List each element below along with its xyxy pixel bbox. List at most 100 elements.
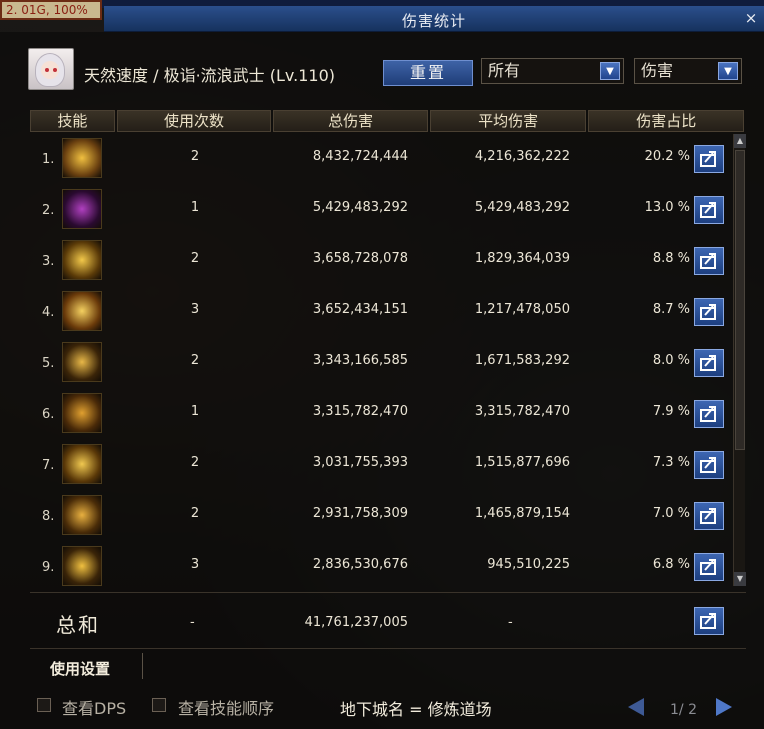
dps-checkbox-label[interactable]: 查看DPS <box>62 695 126 719</box>
chevron-down-icon[interactable]: ▼ <box>718 62 738 80</box>
row-average: 3,315,782,470 <box>474 404 570 419</box>
type-select[interactable]: 伤害 ▼ <box>634 58 742 84</box>
sum-total: 41,761,237,005 <box>304 615 408 630</box>
row-share: 20.2 % <box>644 149 690 164</box>
share-icon <box>700 559 716 575</box>
table-scrollbar[interactable]: ▲ ▼ <box>733 134 746 586</box>
row-share: 7.9 % <box>652 404 690 419</box>
table-row: 9. 3 2,836,530,676 945,510,225 6.8 % <box>30 542 730 586</box>
skill-order-checkbox[interactable] <box>152 698 166 712</box>
reset-button[interactable]: 重置 <box>383 60 473 86</box>
row-share: 8.7 % <box>652 302 690 317</box>
row-share: 6.8 % <box>652 557 690 572</box>
skill-table: 1. 2 8,432,724,444 4,216,362,222 20.2 % … <box>30 134 730 586</box>
row-average: 5,429,483,292 <box>474 200 570 215</box>
table-row: 4. 3 3,652,434,151 1,217,478,050 8.7 % <box>30 287 730 338</box>
row-average: 4,216,362,222 <box>474 149 570 164</box>
share-icon <box>700 457 716 473</box>
sum-label: 总和 <box>56 613 100 637</box>
window-titlebar[interactable]: 伤害统计 × <box>104 6 764 32</box>
table-header: 技能 使用次数 总伤害 平均伤害 伤害占比 <box>30 110 746 132</box>
row-index: 9. <box>42 560 55 575</box>
row-uses: 2 <box>190 353 200 368</box>
share-button[interactable] <box>694 145 724 173</box>
header-total[interactable]: 总伤害 <box>273 110 428 132</box>
purple-warrior-skill-icon <box>62 189 102 229</box>
row-total: 3,031,755,393 <box>312 455 408 470</box>
table-row: 3. 2 3,658,728,078 1,829,364,039 8.8 % <box>30 236 730 287</box>
row-index: 1. <box>42 152 55 167</box>
settings-row: 使用设置 <box>30 648 746 682</box>
skill-order-checkbox-label[interactable]: 查看技能顺序 <box>178 695 274 719</box>
avatar <box>28 48 74 90</box>
row-average: 1,217,478,050 <box>474 302 570 317</box>
scroll-thumb[interactable] <box>735 150 745 450</box>
prev-page-icon[interactable] <box>628 698 644 716</box>
cross-slash-skill-icon <box>62 342 102 382</box>
row-share: 7.3 % <box>652 455 690 470</box>
row-total: 8,432,724,444 <box>312 149 408 164</box>
row-average: 1,465,879,154 <box>474 506 570 521</box>
radiant-burst-skill-icon <box>62 291 102 331</box>
row-total: 2,836,530,676 <box>312 557 408 572</box>
row-total: 3,343,166,585 <box>312 353 408 368</box>
dps-checkbox[interactable] <box>37 698 51 712</box>
sum-average: - <box>508 615 513 630</box>
share-icon <box>700 508 716 524</box>
memory-badge: 2. 01G, 100% <box>0 0 102 20</box>
chevron-down-icon[interactable]: ▼ <box>600 62 620 80</box>
sum-row: 总和 - 41,761,237,005 - <box>30 592 746 644</box>
share-button[interactable] <box>694 502 724 530</box>
next-page-icon[interactable] <box>716 698 732 716</box>
share-icon <box>700 253 716 269</box>
share-icon <box>700 355 716 371</box>
row-average: 945,510,225 <box>487 557 570 572</box>
filter-select-value: 所有 <box>488 61 521 80</box>
scroll-up-icon[interactable]: ▲ <box>734 134 746 148</box>
row-total: 3,315,782,470 <box>312 404 408 419</box>
table-row: 5. 2 3,343,166,585 1,671,583,292 8.0 % <box>30 338 730 389</box>
table-row: 7. 2 3,031,755,393 1,515,877,696 7.3 % <box>30 440 730 491</box>
share-button[interactable] <box>694 607 724 635</box>
scroll-down-icon[interactable]: ▼ <box>734 572 746 586</box>
row-uses: 2 <box>190 251 200 266</box>
avatar-eye <box>53 68 57 72</box>
share-button[interactable] <box>694 247 724 275</box>
row-share: 8.8 % <box>652 251 690 266</box>
footer: 查看DPS 查看技能顺序 地下城名 = 修炼道场 1/ 2 <box>0 688 764 729</box>
share-button[interactable] <box>694 451 724 479</box>
table-row: 6. 1 3,315,782,470 3,315,782,470 7.9 % <box>30 389 730 440</box>
sweep-wave-skill-icon <box>62 240 102 280</box>
row-index: 8. <box>42 509 55 524</box>
window-title: 伤害统计 <box>401 12 466 30</box>
row-uses: 2 <box>190 455 200 470</box>
share-button[interactable] <box>694 400 724 428</box>
share-button[interactable] <box>694 349 724 377</box>
share-button[interactable] <box>694 196 724 224</box>
row-uses: 1 <box>190 200 200 215</box>
header-uses[interactable]: 使用次数 <box>116 110 272 132</box>
row-index: 6. <box>42 407 55 422</box>
row-uses: 2 <box>190 506 200 521</box>
close-icon[interactable]: × <box>742 9 760 27</box>
row-uses: 1 <box>190 404 200 419</box>
share-button[interactable] <box>694 298 724 326</box>
header-share[interactable]: 伤害占比 <box>588 110 745 132</box>
table-row: 8. 2 2,931,758,309 1,465,879,154 7.0 % <box>30 491 730 542</box>
share-button[interactable] <box>694 553 724 581</box>
sword-sigil-skill-icon <box>62 546 102 586</box>
palm-seal-skill-icon <box>62 495 102 535</box>
header-average[interactable]: 平均伤害 <box>429 110 587 132</box>
settings-tab[interactable]: 使用设置 <box>50 658 110 679</box>
row-average: 1,515,877,696 <box>474 455 570 470</box>
row-index: 4. <box>42 305 55 320</box>
row-average: 1,829,364,039 <box>474 251 570 266</box>
share-icon <box>700 202 716 218</box>
table-row: 2. 1 5,429,483,292 5,429,483,292 13.0 % <box>30 185 730 236</box>
page-indicator: 1/ 2 <box>670 702 697 718</box>
filter-select[interactable]: 所有 ▼ <box>481 58 624 84</box>
row-uses: 3 <box>190 557 200 572</box>
dungeon-name: 地下城名 = 修炼道场 <box>340 700 492 719</box>
avatar-eye <box>45 68 49 72</box>
header-skill[interactable]: 技能 <box>30 110 115 132</box>
